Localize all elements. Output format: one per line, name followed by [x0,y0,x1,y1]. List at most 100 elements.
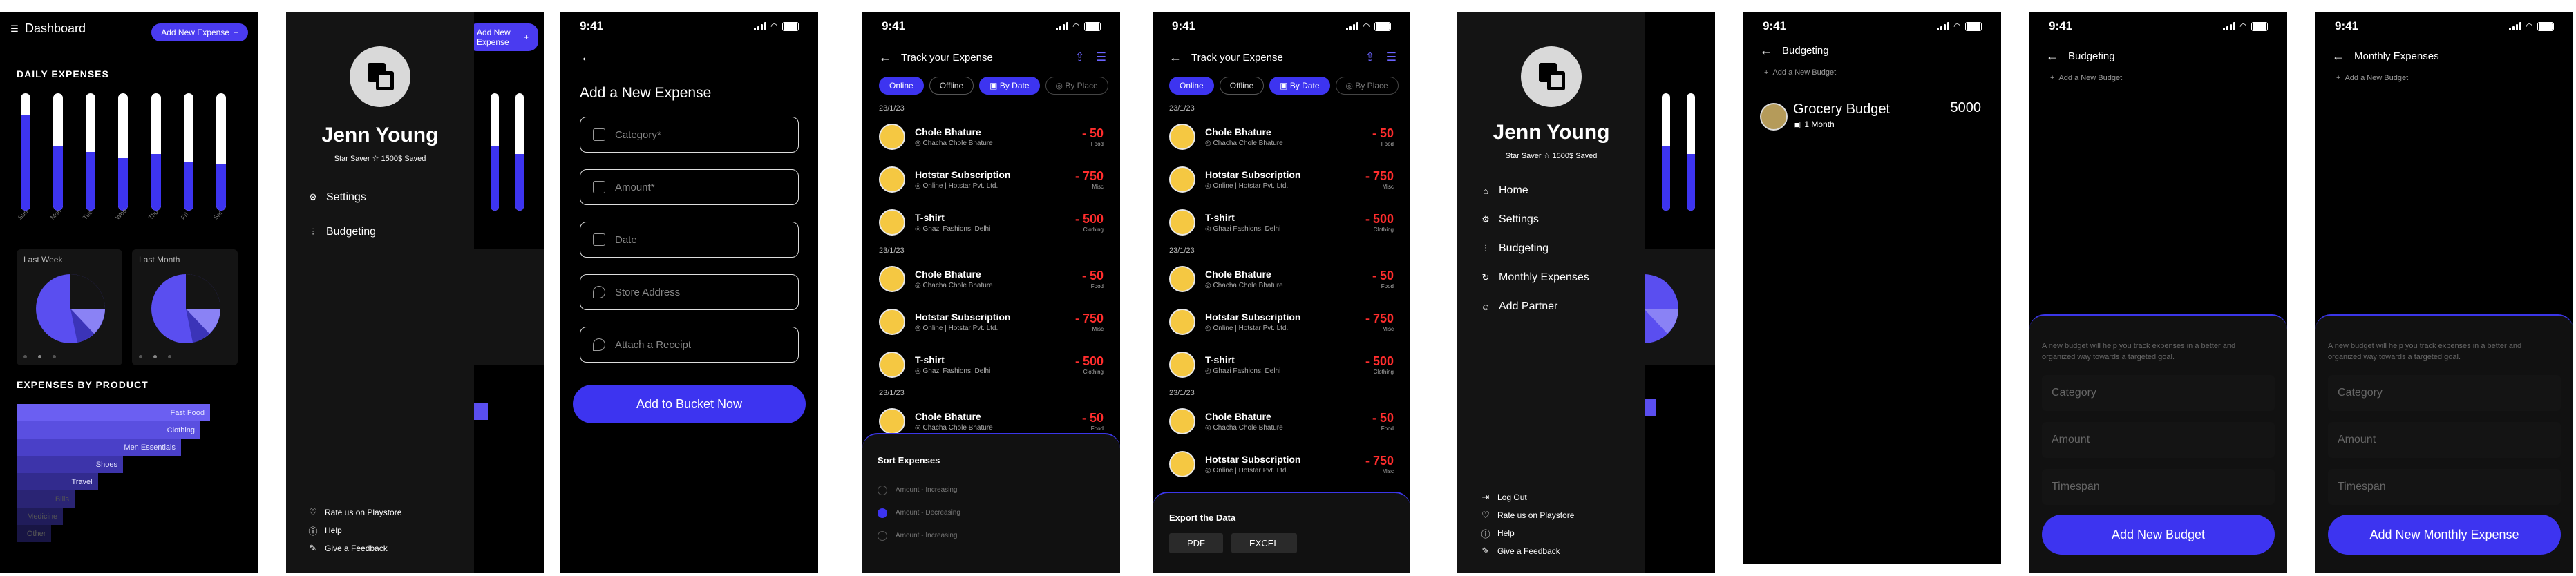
transaction-row[interactable]: Chole Bhature ◎ Chacha Chole Bhature - 50 F… [862,258,1120,300]
radio-button[interactable] [878,508,887,518]
feedback-link[interactable]: ✎ Give a Feedback [1481,542,1574,560]
chip-offline[interactable]: Offline [1219,77,1265,95]
export-sheet: Export the Data PDF EXCEL [1153,492,1410,573]
daily-bar [491,93,499,211]
avatar[interactable] [1521,46,1582,107]
back-arrow-icon[interactable]: ← [580,48,595,66]
transaction-row[interactable]: T-shirt◎ Ghazi Fashions, Delhi- 500Cloth… [1153,343,1410,386]
category-input[interactable]: Category [2328,375,2561,411]
date-field[interactable]: Date [580,222,799,258]
transaction-row[interactable]: Hotstar Subscription ◎ Online | Hotstar P… [862,158,1120,201]
add-new-budget-button[interactable]: Add New Budget [2042,515,2275,555]
feedback-link[interactable]: ✎ Give a Feedback [308,539,401,557]
chip-by-place[interactable]: ◎ By Place [1045,77,1108,95]
transaction-row[interactable]: Hotstar Subscription ◎ Online | Hotstar P… [1153,300,1410,343]
store-address-field[interactable]: Store Address [580,274,799,310]
radio-button[interactable] [878,530,887,541]
last-week-card[interactable]: Last Week [17,249,122,365]
add-monthly-expense-button[interactable]: Add New Monthly Expense [2328,515,2561,555]
add-budget-link[interactable]: + Add a New Budget [2336,74,2408,82]
timespan-input[interactable]: Timespan [2042,469,2275,505]
back-arrow-icon[interactable]: ← [1760,44,1772,58]
attach-receipt-field[interactable]: Attach a Receipt [580,327,799,363]
budget-item[interactable]: Grocery Budget ▣ 1 Month 5000 [1760,99,1981,133]
export-title: Export the Data [1169,512,1236,523]
share-icon[interactable]: ⇪ [1075,50,1085,64]
filter-icon[interactable]: ☰ [1386,50,1396,64]
location-icon: ◎ [1205,182,1213,190]
chip-by-date[interactable]: ▣ By Date [1269,77,1330,95]
amount-input[interactable]: Amount [2042,422,2275,458]
add-budget-link[interactable]: + Add a New Budget [2050,74,2122,82]
share-icon[interactable]: ⇪ [1365,50,1375,64]
product-bar[interactable]: Fast Food [17,404,210,421]
transaction-row[interactable]: T-shirt◎ Ghazi Fashions, Delhi- 500Cloth… [1153,201,1410,244]
back-arrow-icon[interactable]: ← [2332,49,2345,64]
back-arrow-icon[interactable]: ← [879,50,891,65]
transaction-row[interactable]: Hotstar Subscription ◎ Online | Hotstar P… [1153,443,1410,486]
rate-us-link[interactable]: ♡ Rate us on Playstore [308,503,401,521]
daily-bar[interactable] [86,93,96,211]
sort-option[interactable]: Amount - Decreasing [878,501,960,524]
category-field[interactable]: Category* [580,117,799,153]
back-arrow-icon[interactable]: ← [2046,49,2058,64]
menu-item-settings[interactable]: ⚙ Settings [1481,205,1589,234]
menu-item-label: Settings [1499,213,1539,225]
menu-item-budgeting[interactable]: ⫶ Budgeting [1481,234,1589,263]
amount-input[interactable]: Amount [2328,422,2561,458]
add-budget-link[interactable]: + Add a New Budget [1764,68,1836,77]
daily-bar[interactable] [118,93,129,211]
daily-bar[interactable] [183,93,193,211]
avatar[interactable] [350,46,410,107]
timespan-input[interactable]: Timespan [2328,469,2561,505]
add-expense-button[interactable]: Add New Expense + [151,23,248,41]
product-bar[interactable]: Bills [17,490,75,508]
filter-icon[interactable]: ☰ [1096,50,1106,64]
sort-option[interactable]: Amount - Increasing [878,479,960,501]
chip-online[interactable]: Online [879,77,924,95]
menu-item-settings[interactable]: ⚙ Settings [308,184,376,211]
product-bar[interactable]: Travel [17,473,98,490]
last-month-card[interactable]: Last Month [132,249,238,365]
rate-us-link[interactable]: ♡ Rate us on Playstore [1481,506,1574,524]
product-bar[interactable]: Shoes [17,456,123,473]
transaction-row[interactable]: Chole Bhature ◎ Chacha Chole Bhature - 50 F… [1153,400,1410,443]
help-link[interactable]: ⓘ Help [1481,524,1574,542]
sort-option[interactable]: Amount - Increasing [878,524,960,547]
daily-bar[interactable] [216,93,226,211]
product-bar[interactable]: Clothing [17,421,200,439]
amount-field[interactable]: Amount* [580,169,799,205]
menu-item-monthly-expenses[interactable]: ↻ Monthly Expenses [1481,263,1589,292]
add-to-bucket-button[interactable]: Add to Bucket Now [573,385,806,423]
menu-item-home[interactable]: ⌂ Home [1481,176,1589,205]
product-bar[interactable]: Other [17,525,52,542]
menu-icon[interactable]: ☰ [10,23,19,34]
product-bar[interactable]: Men Essentials [17,439,181,456]
daily-bar[interactable] [53,93,64,211]
menu-item-budgeting[interactable]: ⫶ Budgeting [308,219,376,245]
help-link[interactable]: ⓘ Help [308,521,401,539]
transaction-row[interactable]: Hotstar Subscription ◎ Online | Hotstar P… [1153,158,1410,201]
transaction-row[interactable]: Chole Bhature ◎ Chacha Chole Bhature - 50 F… [1153,258,1410,300]
chip-offline[interactable]: Offline [929,77,974,95]
merchant-avatar [1169,309,1195,335]
status-icons: ◠ [2222,21,2268,31]
product-bar[interactable]: Medicine [17,508,64,525]
chip-by-date[interactable]: ▣ By Date [979,77,1040,95]
transaction-row[interactable]: T-shirt◎ Ghazi Fashions, Delhi- 500Cloth… [862,201,1120,244]
menu-item-add-partner[interactable]: ☺ Add Partner [1481,292,1589,321]
transaction-row[interactable]: Chole Bhature ◎ Chacha Chole Bhature - 50 F… [862,115,1120,158]
transaction-row[interactable]: Hotstar Subscription ◎ Online | Hotstar P… [862,300,1120,343]
chip-by-place[interactable]: ◎ By Place [1335,77,1399,95]
transaction-row[interactable]: Chole Bhature ◎ Chacha Chole Bhature - 50 F… [1153,115,1410,158]
daily-bar[interactable] [21,93,30,211]
back-arrow-icon[interactable]: ← [1169,50,1182,65]
daily-bar[interactable] [151,93,161,211]
export-excel-button[interactable]: EXCEL [1231,533,1297,553]
category-input[interactable]: Category [2042,375,2275,411]
export-pdf-button[interactable]: PDF [1169,533,1223,553]
radio-button[interactable] [878,485,887,495]
transaction-row[interactable]: T-shirt◎ Ghazi Fashions, Delhi- 500Cloth… [862,343,1120,386]
logout-link[interactable]: ⇥ Log Out [1481,488,1574,506]
chip-online[interactable]: Online [1169,77,1214,95]
